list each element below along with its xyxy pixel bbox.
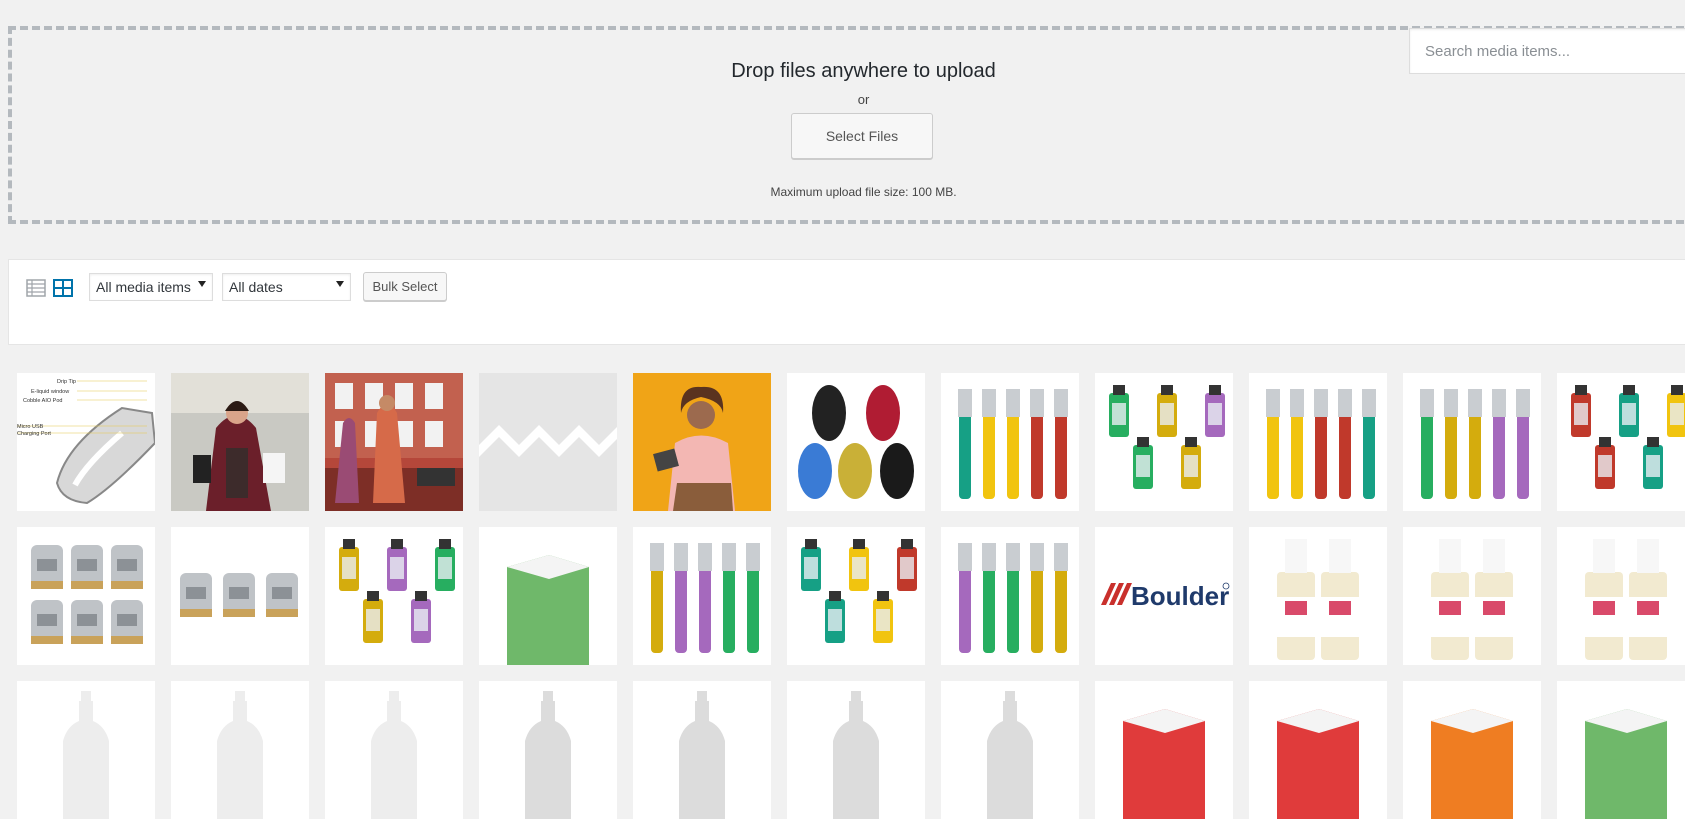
date-filter-value: All dates bbox=[229, 279, 283, 295]
max-upload-size: Maximum upload file size: 100 MB. bbox=[770, 185, 957, 199]
grid-view-icon[interactable] bbox=[52, 277, 74, 299]
media-thumbnail-image bbox=[1557, 373, 1685, 511]
media-thumbnail[interactable] bbox=[1557, 373, 1685, 511]
media-thumbnail[interactable] bbox=[1095, 373, 1233, 511]
media-thumbnail-image bbox=[1403, 373, 1541, 511]
media-thumbnail-image bbox=[633, 527, 771, 665]
media-thumbnail-image bbox=[941, 681, 1079, 819]
media-type-filter[interactable]: All media items bbox=[89, 273, 213, 301]
media-thumbnail[interactable]: Drip Tip E-liquid window Cobble AIO Pod Mic… bbox=[17, 373, 155, 511]
media-thumbnail-image bbox=[479, 373, 617, 511]
media-thumbnail[interactable] bbox=[633, 527, 771, 665]
media-thumbnail-image bbox=[479, 527, 617, 665]
media-thumbnail[interactable] bbox=[17, 681, 155, 819]
media-thumbnail-image bbox=[1249, 527, 1387, 665]
media-thumbnail[interactable] bbox=[17, 527, 155, 665]
media-toolbar: All media items All dates Bulk Select bbox=[8, 259, 1685, 345]
media-thumbnail[interactable] bbox=[1403, 527, 1541, 665]
media-thumbnail[interactable] bbox=[171, 373, 309, 511]
media-thumbnail[interactable] bbox=[941, 527, 1079, 665]
media-thumbnail[interactable] bbox=[1557, 681, 1685, 819]
media-thumbnail-image bbox=[1249, 681, 1387, 819]
media-thumbnail-image bbox=[171, 527, 309, 665]
media-thumbnail[interactable] bbox=[1249, 681, 1387, 819]
chevron-down-icon bbox=[198, 281, 206, 287]
select-files-button[interactable]: Select Files bbox=[791, 113, 933, 159]
svg-text:Charging Port: Charging Port bbox=[17, 431, 51, 437]
media-thumbnail[interactable] bbox=[787, 681, 925, 819]
svg-text:Micro USB: Micro USB bbox=[17, 424, 44, 430]
media-thumbnail-image bbox=[941, 373, 1079, 511]
media-thumbnail[interactable] bbox=[325, 373, 463, 511]
svg-text:Drip Tip: Drip Tip bbox=[57, 379, 76, 385]
media-thumbnail[interactable] bbox=[1249, 527, 1387, 665]
svg-text:Cobble AIO Pod: Cobble AIO Pod bbox=[23, 398, 62, 404]
media-thumbnail[interactable] bbox=[1095, 681, 1233, 819]
media-thumbnail[interactable] bbox=[1403, 373, 1541, 511]
media-thumbnail[interactable] bbox=[1249, 373, 1387, 511]
media-thumbnail[interactable] bbox=[941, 373, 1079, 511]
media-thumbnail-image bbox=[1403, 681, 1541, 819]
media-thumbnail[interactable] bbox=[787, 527, 925, 665]
upload-or-text: or bbox=[857, 92, 870, 107]
media-thumbnail[interactable] bbox=[171, 681, 309, 819]
media-thumbnail-image: Drip Tip E-liquid window Cobble AIO Pod Mic… bbox=[17, 373, 155, 511]
media-thumbnail[interactable] bbox=[787, 373, 925, 511]
media-thumbnail[interactable] bbox=[325, 681, 463, 819]
media-thumbnail[interactable] bbox=[633, 373, 771, 511]
svg-text:E-liquid window: E-liquid window bbox=[31, 389, 69, 395]
media-thumbnail-image bbox=[941, 527, 1079, 665]
media-thumbnail-image bbox=[787, 527, 925, 665]
media-thumbnail[interactable] bbox=[325, 527, 463, 665]
media-thumbnail[interactable] bbox=[479, 373, 617, 511]
bulk-select-button[interactable]: Bulk Select bbox=[363, 272, 447, 301]
svg-text:Boulder: Boulder bbox=[1131, 581, 1229, 611]
media-thumbnail-image bbox=[325, 527, 463, 665]
media-thumbnail-image bbox=[17, 681, 155, 819]
media-thumbnail-image bbox=[325, 373, 463, 511]
media-thumbnail-image bbox=[1249, 373, 1387, 511]
media-thumbnail-image bbox=[1095, 681, 1233, 819]
media-thumbnail-image bbox=[787, 681, 925, 819]
media-thumbnail[interactable] bbox=[479, 681, 617, 819]
media-thumbnail-image bbox=[633, 373, 771, 511]
media-thumbnail-image bbox=[1557, 681, 1685, 819]
media-thumbnail[interactable] bbox=[1557, 527, 1685, 665]
media-thumbnail[interactable] bbox=[1403, 681, 1541, 819]
media-thumbnail-image bbox=[1557, 527, 1685, 665]
media-thumbnail-image bbox=[633, 681, 771, 819]
media-thumbnail[interactable] bbox=[479, 527, 617, 665]
media-thumbnail-image bbox=[787, 373, 925, 511]
media-thumbnail-image bbox=[325, 681, 463, 819]
media-thumbnail[interactable]: Boulder bbox=[1095, 527, 1233, 665]
media-thumbnail[interactable] bbox=[941, 681, 1079, 819]
media-thumbnail-image bbox=[171, 373, 309, 511]
media-thumbnail-image bbox=[1403, 527, 1541, 665]
media-thumbnail-image: Boulder bbox=[1095, 527, 1233, 665]
chevron-down-icon bbox=[336, 281, 344, 287]
media-thumbnail-image bbox=[17, 527, 155, 665]
search-media-input[interactable] bbox=[1409, 28, 1685, 74]
media-thumbnail-image bbox=[171, 681, 309, 819]
date-filter[interactable]: All dates bbox=[222, 273, 351, 301]
media-type-filter-value: All media items bbox=[96, 279, 191, 295]
list-view-icon[interactable] bbox=[25, 277, 47, 299]
media-thumbnail[interactable] bbox=[633, 681, 771, 819]
media-thumbnail[interactable] bbox=[171, 527, 309, 665]
media-thumbnail-image bbox=[1095, 373, 1233, 511]
media-thumbnail-image bbox=[479, 681, 617, 819]
